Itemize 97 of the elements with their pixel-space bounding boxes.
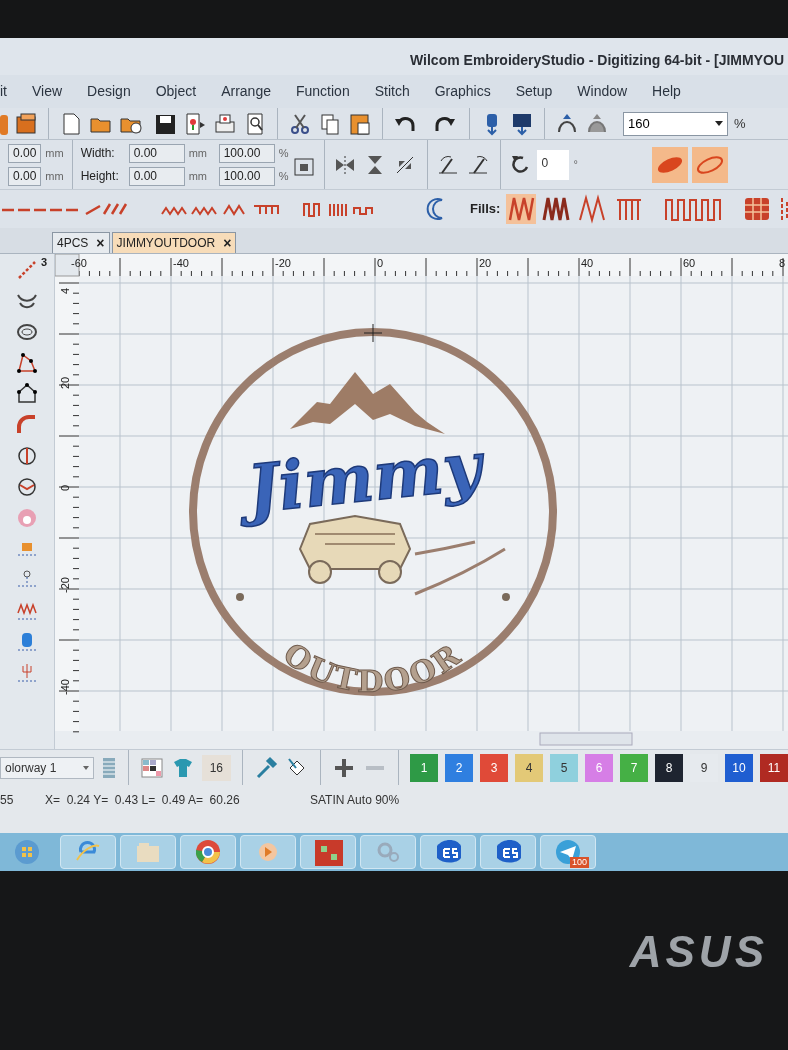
taskbar-button[interactable]	[300, 835, 356, 869]
ruler-label: 20	[479, 257, 492, 269]
close-tab-button[interactable]: ×	[96, 236, 105, 250]
menu-item[interactable]: Function	[295, 81, 350, 102]
tool-number-label: 3	[40, 255, 47, 270]
menu-item[interactable]: Setup	[515, 81, 553, 102]
stitch-dot-icon	[236, 593, 244, 601]
flower-export-icon[interactable]	[183, 111, 207, 136]
tiled-app-icon	[313, 838, 343, 866]
laptop-brand-logo: ASUS	[629, 926, 768, 978]
crosshair-cursor-icon	[363, 323, 383, 343]
number-field[interactable]: 100.00	[218, 166, 275, 186]
tab-label: 4PCS	[57, 235, 89, 252]
stitch-type-status: SATIN Auto 90%	[310, 792, 400, 809]
number-field[interactable]: 0.00	[128, 166, 185, 186]
unit-label: mm	[45, 168, 64, 184]
close-tab-button[interactable]: ×	[223, 236, 232, 250]
unit-label: °	[573, 157, 578, 173]
menu-item[interactable]: Object	[155, 81, 197, 102]
picture-down-icon[interactable]	[510, 111, 534, 136]
ruler-label: -60	[71, 257, 87, 269]
copy-icon[interactable]	[318, 111, 342, 136]
unit-label: mm	[188, 168, 208, 184]
ruler-label: -40	[59, 679, 71, 695]
menu-item[interactable]: Window	[577, 81, 628, 102]
leaf-fill-icon[interactable]	[651, 146, 688, 183]
gradient-fill-icon[interactable]	[15, 506, 39, 530]
menu-item[interactable]: Graphics	[434, 81, 491, 102]
zigzag-fill-icon[interactable]	[506, 194, 537, 224]
cursor-coordinates: X= 0.24 Y= 0.43 L= 0.49 A= 60.26	[45, 792, 241, 809]
stacked-folders-icon[interactable]	[14, 111, 38, 136]
menu-item[interactable]: View	[32, 81, 63, 102]
field-label: Height:	[80, 168, 120, 185]
polygon-tool-icon[interactable]	[15, 351, 39, 375]
paste-icon[interactable]	[348, 111, 372, 136]
spool-icon[interactable]	[15, 630, 39, 654]
unit-label: mm	[45, 145, 64, 161]
thread-color-swatch[interactable]: 3	[480, 753, 508, 782]
embroidered-word: OUTDOOR	[277, 635, 469, 700]
ruler-label: 20	[59, 376, 71, 389]
ruler-label: 4	[59, 287, 71, 294]
print-icon[interactable]	[213, 111, 237, 136]
notification-badge: 100	[569, 857, 589, 868]
field-label: Width:	[80, 145, 116, 162]
menu-item[interactable]: Design	[87, 81, 131, 102]
ruler-label: -20	[275, 257, 291, 269]
ruler-label: 60	[683, 257, 696, 269]
fork-tool-icon[interactable]	[15, 661, 39, 685]
circle-cut-tool-icon[interactable]	[15, 475, 39, 499]
chrome-icon	[193, 838, 223, 866]
number-field[interactable]: 0.00	[8, 143, 42, 163]
ruler-label: 0	[377, 257, 384, 269]
thread-color-swatch[interactable]: 10	[725, 753, 753, 782]
ruler-label: 40	[581, 257, 594, 269]
taskbar-button[interactable]: 100	[540, 835, 596, 869]
status-text: 55	[0, 792, 15, 809]
unit-label: %	[278, 168, 289, 184]
ruler-label: -40	[173, 257, 189, 269]
embroidered-word: Jimmy	[243, 426, 485, 529]
window-title: Wilcom EmbroideryStudio - Digitizing 64-bit - [JIMMYOU	[410, 51, 784, 70]
zoom-field[interactable]: 160	[623, 111, 728, 136]
thread-color-swatch[interactable]: 11	[760, 753, 788, 782]
taskbar-button[interactable]	[180, 835, 236, 869]
leaf-outline-icon[interactable]	[691, 146, 728, 183]
thread-color-swatch[interactable]: 1	[410, 753, 438, 782]
ruler-label: 8	[779, 257, 786, 269]
taskbar-button[interactable]	[60, 835, 116, 869]
menu-item[interactable]: Arrange	[221, 81, 271, 102]
tab-label: JIMMYOUTDOOR	[116, 235, 216, 252]
thread-color-swatch[interactable]: 2	[445, 753, 473, 782]
scrollbar-thumb[interactable]	[539, 732, 633, 746]
thread-color-swatch[interactable]: 4	[515, 753, 543, 782]
house-shape-tool-icon[interactable]	[15, 382, 39, 406]
unit-label: mm	[188, 145, 208, 161]
document-tab[interactable]: JIMMYOUTDOOR ×	[111, 232, 237, 253]
number-field[interactable]: 0.00	[8, 166, 42, 186]
zoom-unit: %	[734, 114, 746, 133]
number-field[interactable]: 100.00	[218, 143, 275, 163]
thread-count: 16	[201, 754, 232, 781]
number-field[interactable]: 0.00	[128, 143, 185, 163]
thread-color-swatch[interactable]: 8	[655, 753, 683, 782]
palette-grid-icon[interactable]	[139, 755, 164, 780]
ruler-label: -20	[59, 577, 71, 593]
ruler-label: 0	[59, 484, 71, 491]
fills-label: Fills:	[470, 200, 501, 219]
taskbar-button[interactable]	[420, 835, 476, 869]
taskbar-button[interactable]	[480, 835, 536, 869]
rotation-field[interactable]: 0	[537, 149, 570, 180]
unit-label: %	[278, 145, 289, 161]
thread-color-swatch[interactable]: 5	[550, 753, 578, 782]
circle-split-tool-icon[interactable]	[15, 444, 39, 468]
menu-item[interactable]: Help	[652, 81, 681, 102]
colorway-dropdown[interactable]: olorway 1	[0, 756, 94, 779]
menu-item[interactable]: it	[0, 81, 7, 102]
stitch-dot-icon	[502, 593, 510, 601]
menu-item[interactable]: Stitch	[374, 81, 410, 102]
document-tab[interactable]: 4PCS ×	[52, 232, 110, 253]
